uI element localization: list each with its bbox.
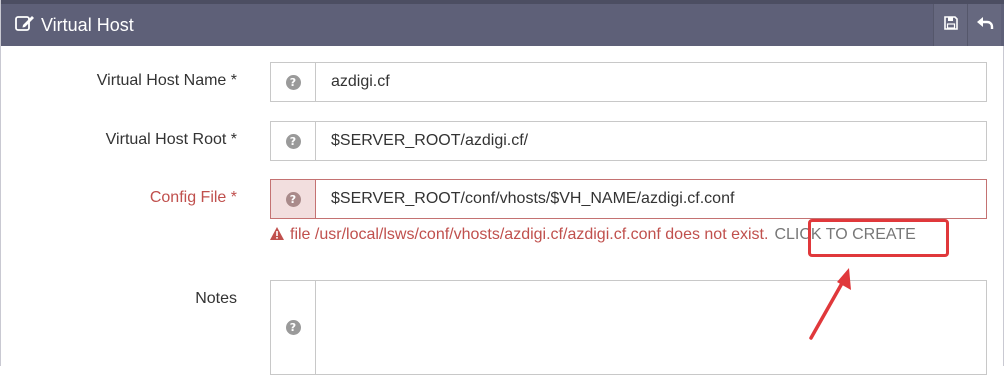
help-icon: ? bbox=[285, 320, 301, 335]
save-button[interactable] bbox=[933, 4, 967, 46]
config-file-help-button[interactable]: ? bbox=[271, 180, 316, 218]
help-icon: ? bbox=[285, 74, 301, 90]
panel-title-group: Virtual Host bbox=[15, 4, 134, 46]
warning-icon bbox=[270, 227, 284, 243]
vhost-name-input[interactable]: azdigi.cf bbox=[316, 63, 986, 101]
notes-textarea[interactable] bbox=[316, 281, 986, 374]
panel-header: Virtual Host bbox=[1, 0, 1004, 46]
vhost-name-help-button[interactable]: ? bbox=[271, 63, 316, 101]
config-file-label: Config File * bbox=[149, 189, 237, 206]
notes-help-button[interactable]: ? bbox=[271, 281, 316, 374]
vhost-root-field: ? $SERVER_ROOT/azdigi.cf/ bbox=[270, 121, 987, 161]
vhost-name-field: ? azdigi.cf bbox=[270, 62, 987, 102]
notes-label: Notes bbox=[195, 290, 237, 307]
config-file-error-text: file /usr/local/lsws/conf/vhosts/azdigi.… bbox=[290, 226, 769, 243]
edit-icon bbox=[15, 14, 41, 37]
help-icon: ? bbox=[285, 133, 301, 149]
vhost-root-help-button[interactable]: ? bbox=[271, 122, 316, 160]
vhost-root-input[interactable]: $SERVER_ROOT/azdigi.cf/ bbox=[316, 122, 986, 160]
help-icon: ? bbox=[285, 191, 301, 207]
floppy-disk-icon bbox=[943, 15, 959, 36]
vhost-name-label: Virtual Host Name * bbox=[96, 72, 237, 89]
annotation-arrow-icon bbox=[809, 268, 851, 340]
config-file-input[interactable]: $SERVER_ROOT/conf/vhosts/$VH_NAME/azdigi… bbox=[316, 180, 986, 218]
undo-arrow-icon bbox=[976, 15, 994, 36]
panel-title: Virtual Host bbox=[41, 14, 134, 35]
highlight-box bbox=[808, 219, 949, 257]
back-button[interactable] bbox=[967, 4, 1001, 46]
notes-field: ? bbox=[270, 280, 987, 375]
vhost-root-label: Virtual Host Root * bbox=[105, 131, 237, 148]
config-file-field: ? $SERVER_ROOT/conf/vhosts/$VH_NAME/azdi… bbox=[270, 179, 987, 219]
virtual-host-panel: Virtual Host Virtual Host Name * ? azdig… bbox=[0, 0, 1004, 375]
